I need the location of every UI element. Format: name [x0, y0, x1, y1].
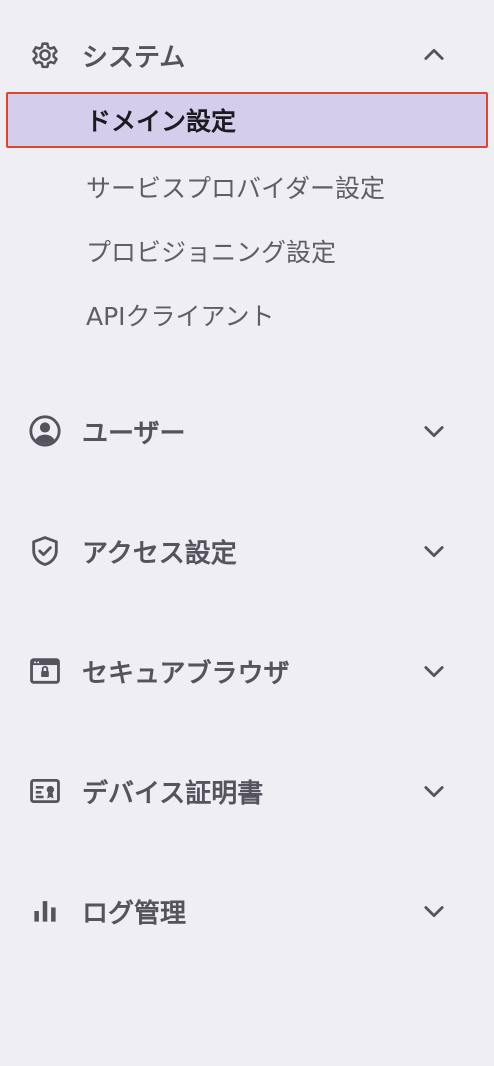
section-label-access-settings: アクセス設定	[82, 538, 237, 569]
sidebar-item-label: サービスプロバイダー設定	[86, 174, 386, 203]
sidebar-item-label: プロビジョニング設定	[86, 238, 337, 267]
section-header-device-certificates[interactable]: デバイス証明書	[0, 761, 494, 821]
sidebar-item-service-provider-settings[interactable]: サービスプロバイダー設定	[0, 159, 494, 215]
sidebar-item-domain-settings[interactable]: ドメイン設定	[6, 92, 488, 148]
section-header-users[interactable]: ユーザー	[0, 401, 494, 461]
chevron-down-icon[interactable]	[418, 415, 450, 447]
section-label-secure-browser: セキュアブラウザ	[82, 658, 290, 689]
section-label-log-management: ログ管理	[82, 898, 187, 929]
chevron-down-icon[interactable]	[418, 775, 450, 807]
browser-lock-icon	[28, 654, 62, 688]
certificate-icon	[28, 774, 62, 808]
section-header-log-management[interactable]: ログ管理	[0, 881, 494, 941]
chevron-down-icon[interactable]	[418, 535, 450, 567]
sidebar-nav: システム ドメイン設定 サービスプロバイダー設定 プロビジョニング設定 APIク…	[0, 0, 494, 1066]
bar-chart-icon	[28, 894, 62, 928]
chevron-up-icon[interactable]	[418, 39, 450, 71]
sidebar-item-api-clients[interactable]: APIクライアント	[0, 287, 494, 343]
sidebar-item-label: APIクライアント	[86, 302, 275, 331]
shield-check-icon	[28, 534, 62, 568]
section-label-system: システム	[82, 42, 186, 73]
section-label-users: ユーザー	[82, 418, 186, 449]
section-label-device-certificates: デバイス証明書	[82, 778, 264, 809]
section-header-system[interactable]: システム	[0, 25, 494, 85]
gear-icon	[28, 38, 62, 72]
chevron-down-icon[interactable]	[418, 895, 450, 927]
sidebar-item-provisioning-settings[interactable]: プロビジョニング設定	[0, 223, 494, 279]
chevron-down-icon[interactable]	[418, 655, 450, 687]
section-header-secure-browser[interactable]: セキュアブラウザ	[0, 641, 494, 701]
sidebar-item-label: ドメイン設定	[86, 107, 237, 136]
section-header-access-settings[interactable]: アクセス設定	[0, 521, 494, 581]
user-circle-icon	[28, 414, 62, 448]
